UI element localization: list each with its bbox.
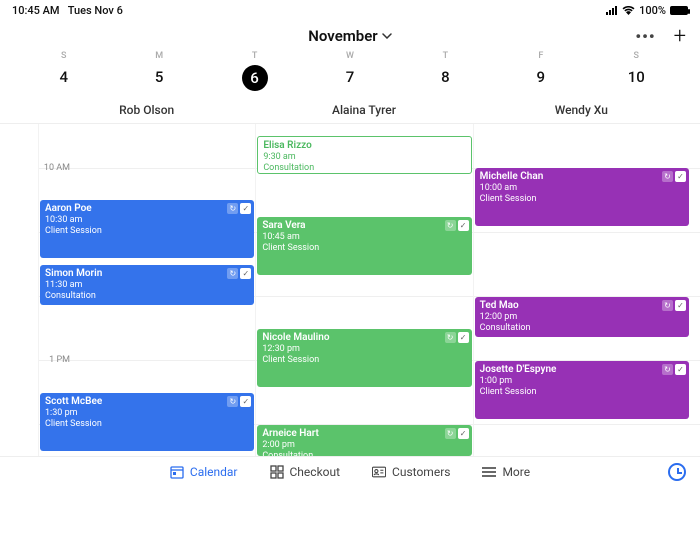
staff-col-3[interactable]: Wendy Xu xyxy=(473,103,690,117)
confirmed-icon: ✓ xyxy=(240,203,251,214)
add-event-button[interactable]: + xyxy=(674,24,686,49)
cell-signal-icon xyxy=(606,6,618,15)
event-sara-vera[interactable]: Sara Vera 10:45 am Client Session ↻✓ xyxy=(257,217,471,275)
event-badges: ↻✓ xyxy=(445,332,469,343)
event-badges: ↻✓ xyxy=(227,396,251,407)
event-badges: ↻✓ xyxy=(227,203,251,214)
tab-label: Customers xyxy=(392,465,450,479)
event-simon-morin[interactable]: Simon Morin 11:30 am Consultation ↻✓ xyxy=(40,265,254,305)
confirmed-icon: ✓ xyxy=(675,364,686,375)
battery-icon xyxy=(670,6,688,15)
staff-column-rob[interactable]: Aaron Poe 10:30 am Client Session ↻✓ Sim… xyxy=(38,124,255,456)
day-cell-sat[interactable]: S 10 xyxy=(589,51,684,91)
event-arneice-hart[interactable]: Arneice Hart 2:00 pm Consultation ↻✓ xyxy=(257,425,471,456)
wifi-icon xyxy=(622,6,635,15)
more-options-button[interactable]: ••• xyxy=(635,27,655,46)
recurring-icon: ↻ xyxy=(445,428,456,439)
confirmed-icon: ✓ xyxy=(675,300,686,311)
day-cell-thu[interactable]: T 8 xyxy=(398,51,493,91)
event-badges: ↻✓ xyxy=(227,268,251,279)
day-cell-fri[interactable]: F 9 xyxy=(493,51,588,91)
confirmed-icon: ✓ xyxy=(240,268,251,279)
tab-label: Calendar xyxy=(190,465,238,479)
day-cell-sun[interactable]: S 4 xyxy=(16,51,111,91)
status-right: 100% xyxy=(606,4,688,17)
tab-customers[interactable]: Customers xyxy=(372,465,450,479)
day-cell-wed[interactable]: W 7 xyxy=(302,51,397,91)
staff-col-2[interactable]: Alaina Tyrer xyxy=(255,103,472,117)
confirmed-icon: ✓ xyxy=(458,332,469,343)
clock-button[interactable] xyxy=(668,463,686,481)
confirmed-icon: ✓ xyxy=(458,220,469,231)
status-date: Tues Nov 6 xyxy=(68,4,123,17)
chevron-down-icon xyxy=(382,33,392,39)
status-bar: 10:45 AM Tues Nov 6 100% xyxy=(0,0,700,21)
recurring-icon: ↻ xyxy=(662,364,673,375)
battery-percent: 100% xyxy=(639,4,666,17)
event-badges: ↻✓ xyxy=(662,300,686,311)
tab-checkout[interactable]: Checkout xyxy=(270,465,341,479)
event-aaron-poe[interactable]: Aaron Poe 10:30 am Client Session ↻✓ xyxy=(40,200,254,258)
header-actions: ••• + xyxy=(635,24,686,49)
event-scott-mcbee[interactable]: Scott McBee 1:30 pm Client Session ↻✓ xyxy=(40,393,254,451)
tab-more[interactable]: More xyxy=(482,465,530,479)
confirmed-icon: ✓ xyxy=(458,428,469,439)
event-badges: ↻✓ xyxy=(445,220,469,231)
menu-icon xyxy=(482,465,496,479)
recurring-icon: ↻ xyxy=(227,203,238,214)
confirmed-icon: ✓ xyxy=(675,171,686,182)
recurring-icon: ↻ xyxy=(227,268,238,279)
status-time: 10:45 AM xyxy=(12,4,60,17)
recurring-icon: ↻ xyxy=(445,332,456,343)
staff-columns-header: Rob Olson Alaina Tyrer Wendy Xu xyxy=(0,97,700,124)
day-cell-tue[interactable]: T 6 xyxy=(207,51,302,91)
event-badges: ↻✓ xyxy=(662,171,686,182)
confirmed-icon: ✓ xyxy=(240,396,251,407)
tab-calendar[interactable]: Calendar xyxy=(170,465,238,479)
recurring-icon: ↻ xyxy=(227,396,238,407)
event-josette-despyne[interactable]: Josette D'Espyne 1:00 pm Client Session … xyxy=(475,361,689,419)
tab-label: Checkout xyxy=(290,465,341,479)
staff-column-wendy[interactable]: Michelle Chan 10:00 am Client Session ↻✓… xyxy=(473,124,690,456)
calendar-header: November ••• + xyxy=(0,21,700,49)
calendar-grid[interactable]: 10 AM 11 AM 12 PM 1 PM 2 PM Aaron Poe 10… xyxy=(0,124,700,456)
tab-label: More xyxy=(502,465,530,479)
customers-icon xyxy=(372,465,386,479)
recurring-icon: ↻ xyxy=(662,300,673,311)
event-nicole-maulino[interactable]: Nicole Maulino 12:30 pm Client Session ↻… xyxy=(257,329,471,387)
recurring-icon: ↻ xyxy=(662,171,673,182)
calendar-icon xyxy=(170,465,184,479)
event-ted-mao[interactable]: Ted Mao 12:00 pm Consultation ↻✓ xyxy=(475,297,689,337)
day-cell-mon[interactable]: M 5 xyxy=(111,51,206,91)
event-badges: ↻✓ xyxy=(445,428,469,439)
recurring-icon: ↻ xyxy=(445,220,456,231)
staff-col-1[interactable]: Rob Olson xyxy=(38,103,255,117)
staff-column-alaina[interactable]: Elisa Rizzo 9:30 am Consultation Sara Ve… xyxy=(255,124,472,456)
bottom-toolbar: Calendar Checkout Customers More xyxy=(0,456,700,487)
month-selector[interactable]: November xyxy=(308,27,391,45)
checkout-icon xyxy=(270,465,284,479)
event-michelle-chan[interactable]: Michelle Chan 10:00 am Client Session ↻✓ xyxy=(475,168,689,226)
month-label: November xyxy=(308,27,377,45)
week-days-row: S 4 M 5 T 6 W 7 T 8 F 9 S 10 xyxy=(0,49,700,97)
event-badges: ↻✓ xyxy=(662,364,686,375)
event-elisa-rizzo[interactable]: Elisa Rizzo 9:30 am Consultation xyxy=(257,136,471,174)
columns-container: Aaron Poe 10:30 am Client Session ↻✓ Sim… xyxy=(38,124,690,456)
